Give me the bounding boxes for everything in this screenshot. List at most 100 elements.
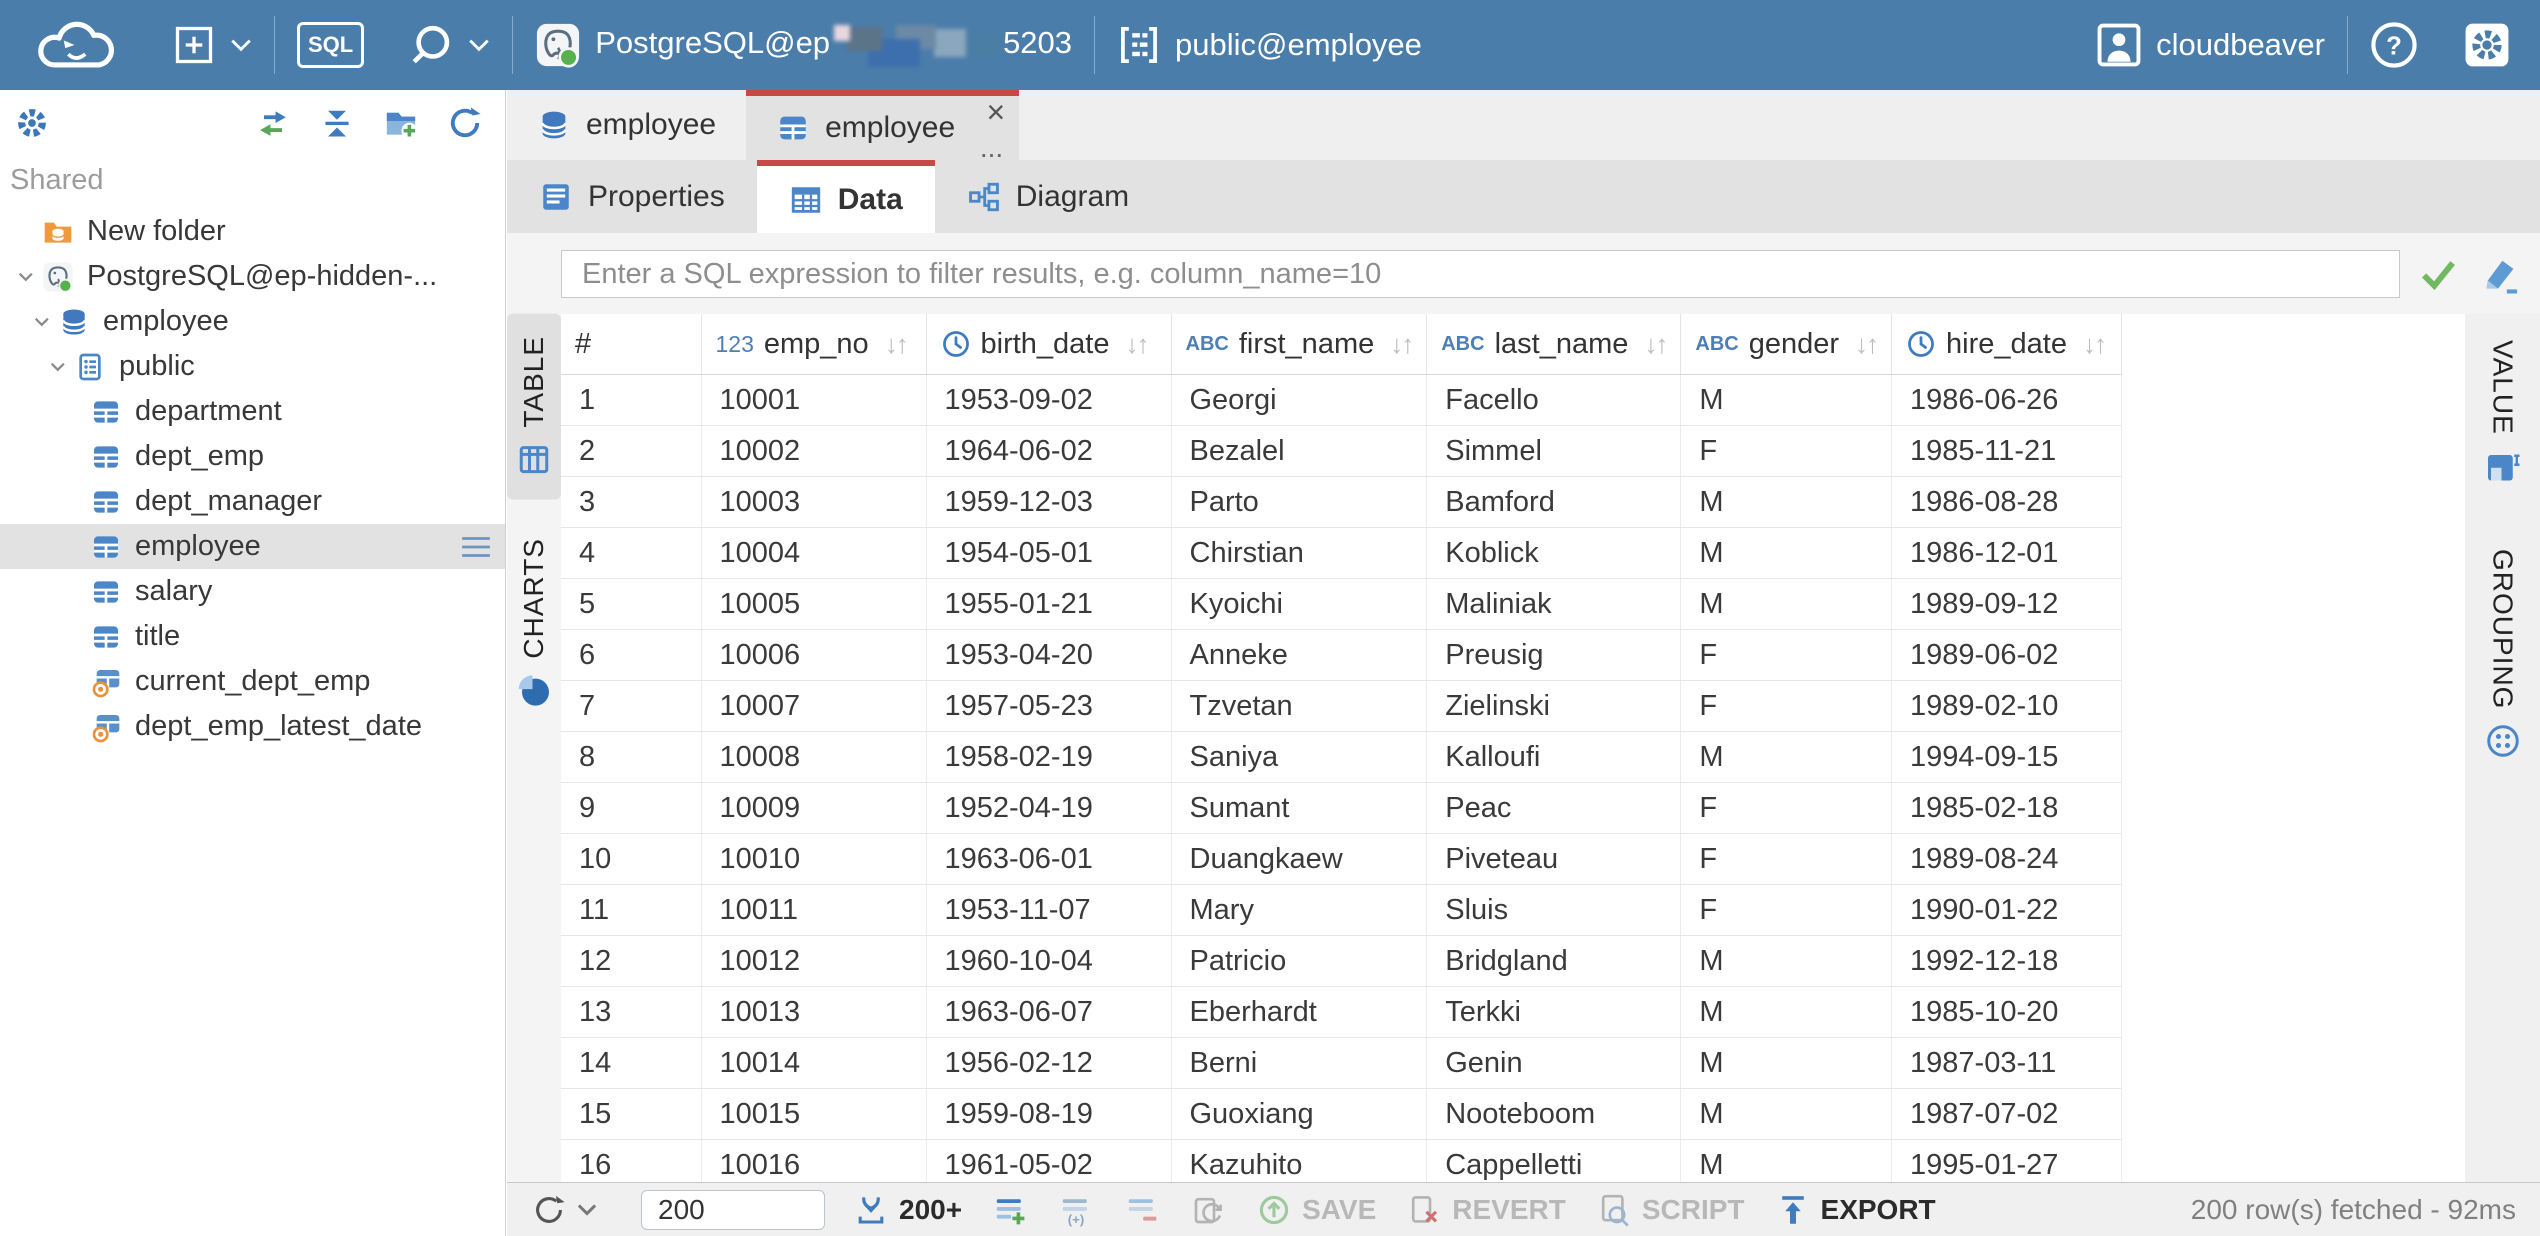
tree-item-new-folder[interactable]: New folder — [0, 209, 505, 254]
row-limit-input[interactable] — [641, 1190, 825, 1230]
data-cell[interactable]: 10002 — [701, 426, 926, 477]
sort-icon[interactable]: ↓↑ — [1644, 329, 1666, 360]
data-cell[interactable]: Georgi — [1171, 375, 1427, 426]
editor-tab-employee-0[interactable]: employee — [507, 90, 746, 160]
data-cell[interactable]: Maliniak — [1427, 579, 1681, 630]
column-header-emp-no[interactable]: 123emp_no↓↑ — [701, 314, 926, 375]
row-number-cell[interactable]: 8 — [561, 732, 701, 783]
tree-item-salary[interactable]: salary — [0, 569, 505, 614]
data-cell[interactable]: Guoxiang — [1171, 1089, 1427, 1140]
row-number-cell[interactable]: 15 — [561, 1089, 701, 1140]
data-cell[interactable]: 10015 — [701, 1089, 926, 1140]
data-cell[interactable]: F — [1681, 834, 1892, 885]
data-cell[interactable]: Parto — [1171, 477, 1427, 528]
row-number-cell[interactable]: 4 — [561, 528, 701, 579]
data-cell[interactable]: 1959-12-03 — [926, 477, 1171, 528]
data-cell[interactable]: F — [1681, 783, 1892, 834]
data-cell[interactable]: F — [1681, 630, 1892, 681]
data-cell[interactable]: 10016 — [701, 1140, 926, 1183]
row-number-cell[interactable]: 6 — [561, 630, 701, 681]
row-number-cell[interactable]: 13 — [561, 987, 701, 1038]
row-number-cell[interactable]: 11 — [561, 885, 701, 936]
data-cell[interactable]: M — [1681, 987, 1892, 1038]
data-cell[interactable]: 1987-07-02 — [1892, 1089, 2122, 1140]
data-cell[interactable]: Kalloufi — [1427, 732, 1681, 783]
data-cell[interactable]: 1961-05-02 — [926, 1140, 1171, 1183]
data-cell[interactable]: 1987-03-11 — [1892, 1038, 2122, 1089]
data-cell[interactable]: Anneke — [1171, 630, 1427, 681]
sort-icon[interactable]: ↓↑ — [1390, 329, 1412, 360]
export-button[interactable]: EXPORT — [1775, 1192, 1936, 1228]
data-cell[interactable]: 1985-11-21 — [1892, 426, 2122, 477]
data-cell[interactable]: M — [1681, 477, 1892, 528]
data-cell[interactable]: Preusig — [1427, 630, 1681, 681]
connection-selector[interactable]: PostgreSQL@ep5203 — [513, 0, 1094, 90]
data-cell[interactable]: Chirstian — [1171, 528, 1427, 579]
data-cell[interactable]: 1952-04-19 — [926, 783, 1171, 834]
data-cell[interactable]: 1994-09-15 — [1892, 732, 2122, 783]
sql-editor-button[interactable]: SQL — [275, 0, 386, 90]
data-cell[interactable]: 10014 — [701, 1038, 926, 1089]
data-cell[interactable]: 1985-10-20 — [1892, 987, 2122, 1038]
data-cell[interactable]: M — [1681, 1038, 1892, 1089]
link-editor-icon[interactable] — [255, 105, 291, 141]
data-cell[interactable]: F — [1681, 426, 1892, 477]
subtab-diagram[interactable]: Diagram — [935, 160, 1161, 233]
rail-tab-table[interactable]: TABLE — [507, 314, 561, 500]
apply-filter-icon[interactable] — [2416, 252, 2460, 296]
data-cell[interactable]: 10001 — [701, 375, 926, 426]
data-cell[interactable]: 1986-12-01 — [1892, 528, 2122, 579]
data-cell[interactable]: Terkki — [1427, 987, 1681, 1038]
column-header-gender[interactable]: ABCgender↓↑ — [1681, 314, 1892, 375]
data-cell[interactable]: Koblick — [1427, 528, 1681, 579]
data-cell[interactable]: 10006 — [701, 630, 926, 681]
rail-tab-grouping[interactable]: GROUPING — [2476, 527, 2530, 781]
data-cell[interactable]: Eberhardt — [1171, 987, 1427, 1038]
chevron-down-icon[interactable] — [26, 306, 58, 338]
data-cell[interactable]: Facello — [1427, 375, 1681, 426]
rail-tab-value[interactable]: VALUE — [2476, 318, 2530, 507]
data-cell[interactable]: Zielinski — [1427, 681, 1681, 732]
data-cell[interactable]: Kazuhito — [1171, 1140, 1427, 1183]
data-cell[interactable]: M — [1681, 579, 1892, 630]
row-number-cell[interactable]: 5 — [561, 579, 701, 630]
tree-item-dept-manager[interactable]: dept_manager — [0, 479, 505, 524]
data-cell[interactable]: Bezalel — [1171, 426, 1427, 477]
data-cell[interactable]: Simmel — [1427, 426, 1681, 477]
subtab-data[interactable]: Data — [757, 160, 935, 233]
tree-item-department[interactable]: department — [0, 389, 505, 434]
connection-search-button[interactable] — [386, 0, 512, 90]
data-cell[interactable]: 1995-01-27 — [1892, 1140, 2122, 1183]
row-number-cell[interactable]: 9 — [561, 783, 701, 834]
data-cell[interactable]: Bamford — [1427, 477, 1681, 528]
data-cell[interactable]: Sumant — [1171, 783, 1427, 834]
tree-item-postgresql-ep-hidden[interactable]: PostgreSQL@ep-hidden-... — [0, 254, 505, 299]
data-cell[interactable]: 1956-02-12 — [926, 1038, 1171, 1089]
row-number-cell[interactable]: 14 — [561, 1038, 701, 1089]
data-cell[interactable]: 10004 — [701, 528, 926, 579]
data-cell[interactable]: 1990-01-22 — [1892, 885, 2122, 936]
collapse-all-icon[interactable] — [319, 105, 355, 141]
data-cell[interactable]: 1989-09-12 — [1892, 579, 2122, 630]
help-button[interactable]: ? — [2348, 0, 2440, 90]
sql-filter-input[interactable] — [561, 250, 2400, 298]
data-cell[interactable]: 1960-10-04 — [926, 936, 1171, 987]
data-cell[interactable]: 1989-08-24 — [1892, 834, 2122, 885]
data-cell[interactable]: 1986-06-26 — [1892, 375, 2122, 426]
data-cell[interactable]: 1954-05-01 — [926, 528, 1171, 579]
data-cell[interactable]: 1957-05-23 — [926, 681, 1171, 732]
data-cell[interactable]: Piveteau — [1427, 834, 1681, 885]
data-cell[interactable]: Genin — [1427, 1038, 1681, 1089]
cloudbeaver-logo[interactable] — [0, 0, 150, 90]
data-cell[interactable]: 10007 — [701, 681, 926, 732]
schema-selector[interactable]: public@employee — [1095, 0, 1444, 90]
row-number-cell[interactable]: 12 — [561, 936, 701, 987]
data-cell[interactable]: M — [1681, 375, 1892, 426]
data-cell[interactable]: M — [1681, 936, 1892, 987]
sort-icon[interactable]: ↓↑ — [1855, 329, 1877, 360]
data-cell[interactable]: 1992-12-18 — [1892, 936, 2122, 987]
data-cell[interactable]: F — [1681, 681, 1892, 732]
column-header-last-name[interactable]: ABClast_name↓↑ — [1427, 314, 1681, 375]
data-cell[interactable]: Peac — [1427, 783, 1681, 834]
data-cell[interactable]: 1958-02-19 — [926, 732, 1171, 783]
